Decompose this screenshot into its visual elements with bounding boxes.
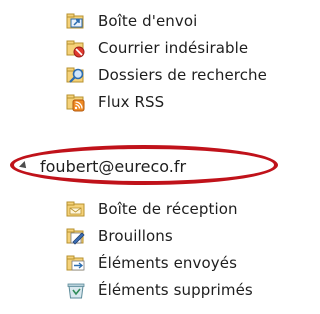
folder-label: Boîte d'envoi: [98, 12, 198, 30]
expand-triangle-icon[interactable]: [19, 161, 29, 171]
folder-item-junk[interactable]: Courrier indésirable: [66, 35, 248, 61]
folder-label: Courrier indésirable: [98, 39, 249, 57]
folder-item-drafts[interactable]: Brouillons: [66, 223, 173, 249]
search-folder-icon: [66, 65, 86, 85]
folder-label: Éléments supprimés: [98, 281, 253, 299]
drafts-icon: [66, 226, 86, 246]
inbox-icon: [66, 199, 86, 219]
folder-label: Boîte de réception: [98, 200, 238, 218]
outbox-icon: [66, 11, 86, 31]
account-label: foubert@eureco.fr: [40, 156, 187, 176]
folder-label: Brouillons: [98, 227, 173, 245]
rss-icon: [66, 92, 86, 112]
folder-item-sent[interactable]: Éléments envoyés: [66, 250, 237, 276]
folder-label: Éléments envoyés: [98, 254, 237, 272]
folder-item-outbox[interactable]: Boîte d'envoi: [66, 8, 197, 34]
folder-item-rss[interactable]: Flux RSS: [66, 89, 164, 115]
folder-item-deleted[interactable]: Éléments supprimés: [66, 277, 253, 303]
account-item[interactable]: foubert@eureco.fr: [19, 153, 187, 179]
folder-label: Dossiers de recherche: [98, 66, 267, 84]
folder-item-inbox[interactable]: Boîte de réception: [66, 196, 238, 222]
junk-mail-icon: [66, 38, 86, 58]
sent-items-icon: [66, 253, 86, 273]
folder-item-search-folders[interactable]: Dossiers de recherche: [66, 62, 267, 88]
folder-label: Flux RSS: [98, 93, 165, 111]
deleted-items-icon: [66, 280, 86, 300]
